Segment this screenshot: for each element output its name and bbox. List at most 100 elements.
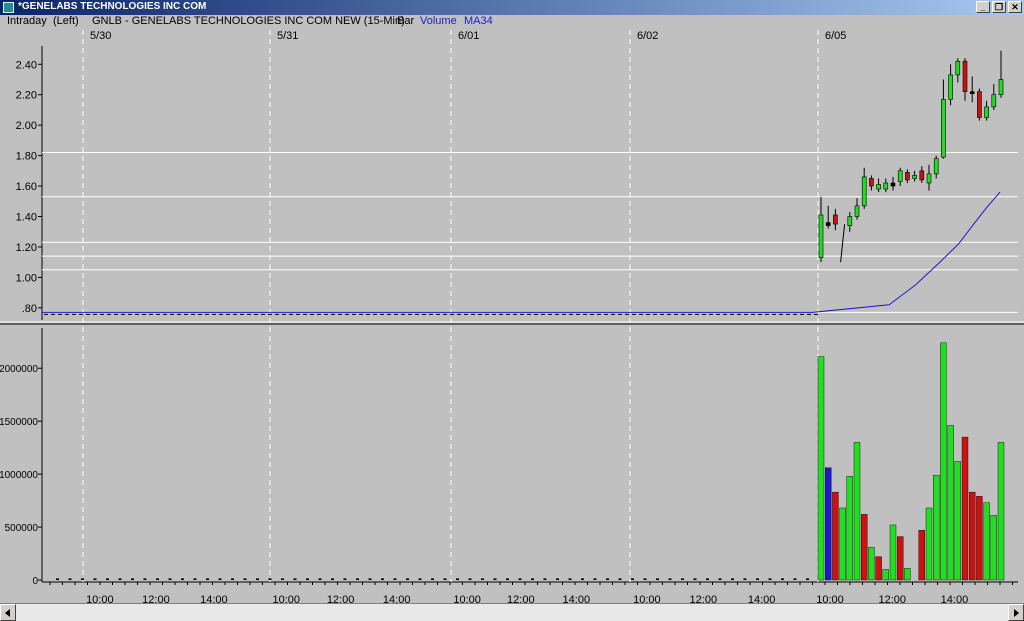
volume-bar — [531, 578, 534, 580]
volume-bar — [143, 578, 147, 580]
time-tick-label: 14:00 — [748, 594, 776, 603]
volume-bar — [281, 578, 284, 580]
volume-bar — [556, 578, 559, 580]
volume-tick-label: 1500000 — [0, 417, 38, 428]
time-tick-label: 12:00 — [327, 594, 355, 603]
plot-background — [0, 28, 1024, 603]
candle-body — [941, 98, 946, 158]
candle-body — [998, 79, 1004, 96]
price-tick-label: .80 — [22, 303, 37, 315]
volume-bar — [81, 578, 84, 580]
time-tick-label: 12:00 — [142, 594, 170, 603]
volume-bar — [256, 578, 259, 580]
volume-bar — [393, 578, 397, 580]
volume-bar — [518, 578, 522, 580]
volume-bar — [106, 578, 109, 580]
volume-bar — [643, 578, 647, 580]
price-tick-label: 1.80 — [16, 151, 37, 163]
volume-bar — [743, 578, 747, 580]
volume-bar — [506, 578, 509, 580]
candle-body — [933, 158, 939, 175]
candle-body — [962, 60, 968, 92]
price-tick-label: 1.40 — [16, 211, 37, 223]
volume-bar — [817, 356, 825, 581]
candle-body — [969, 91, 975, 94]
volume-bar — [356, 578, 359, 580]
scroll-left-button[interactable] — [0, 604, 16, 621]
volume-bar — [693, 578, 697, 580]
volume-bar — [889, 524, 897, 581]
volume-bar — [456, 578, 459, 580]
volume-bar — [756, 578, 759, 580]
time-tick-label: 10:00 — [273, 594, 301, 603]
volume-bar — [318, 578, 322, 580]
volume-bar — [543, 578, 547, 580]
volume-bar — [243, 578, 247, 580]
volume-bar — [832, 491, 839, 581]
candle-body — [948, 74, 953, 100]
time-tick-label: 10:00 — [816, 594, 844, 603]
scroll-right-button[interactable] — [1008, 604, 1024, 621]
price-tick-label: 2.40 — [16, 59, 37, 71]
arrow-left-icon — [5, 609, 10, 617]
volume-bar — [961, 436, 969, 581]
volume-bar — [406, 578, 409, 580]
time-tick-label: 10:00 — [86, 594, 114, 603]
volume-bar — [793, 578, 797, 580]
volume-bar — [168, 578, 172, 580]
time-tick-label: 14:00 — [383, 594, 411, 603]
volume-bar — [581, 578, 584, 580]
date-label: 5/31 — [277, 30, 298, 42]
horizontal-scrollbar[interactable] — [0, 603, 1024, 621]
volume-tick-label: 500000 — [5, 523, 39, 534]
candle-body — [897, 170, 903, 182]
volume-bar — [904, 568, 911, 581]
time-tick-label: 14:00 — [200, 594, 228, 603]
time-tick-label: 10:00 — [633, 594, 661, 603]
volume-bar — [193, 578, 197, 580]
volume-bar — [493, 578, 497, 580]
candle-body — [926, 173, 932, 184]
time-tick-label: 12:00 — [878, 594, 906, 603]
volume-bar — [68, 578, 72, 580]
volume-bar — [93, 578, 97, 580]
price-tick-label: 2.20 — [16, 90, 37, 102]
volume-bar — [368, 578, 372, 580]
candle-body — [869, 178, 874, 187]
volume-bar — [218, 578, 222, 580]
candle-body — [991, 94, 997, 108]
volume-bar — [839, 507, 846, 581]
volume-bar — [875, 556, 882, 581]
volume-bar — [861, 514, 868, 581]
volume-bar — [118, 578, 122, 580]
volume-bar — [781, 578, 784, 580]
volume-bar — [731, 578, 734, 580]
volume-bar — [954, 461, 961, 581]
volume-bar — [593, 578, 597, 580]
arrow-right-icon — [1014, 609, 1019, 617]
chart-area[interactable]: 5/30 5/31 6/01 6/02 6/05 .80 1.00 1.20 1.40 1.60… — [0, 0, 1024, 603]
volume-bar — [768, 578, 772, 580]
time-tick-label: 14:00 — [941, 594, 969, 603]
candle-body — [919, 170, 925, 181]
volume-bar — [156, 578, 159, 580]
volume-bar — [706, 578, 709, 580]
price-tick-label: 1.60 — [16, 181, 37, 193]
price-tick-label: 1.00 — [16, 272, 37, 284]
time-tick-label: 10:00 — [453, 594, 481, 603]
volume-bar — [882, 569, 889, 581]
candle-body — [905, 172, 910, 181]
date-label: 6/05 — [825, 30, 846, 42]
volume-bar — [293, 578, 297, 580]
volume-bar — [481, 578, 484, 580]
candle-body — [890, 182, 896, 187]
date-label: 6/01 — [458, 30, 479, 42]
volume-bar — [431, 578, 434, 580]
volume-bar — [606, 578, 609, 580]
volume-tick-label: 1000000 — [0, 470, 38, 481]
volume-bar — [631, 578, 634, 580]
volume-bar — [681, 578, 684, 580]
volume-bar — [718, 578, 722, 580]
candle-body — [847, 216, 853, 226]
date-label: 6/02 — [637, 30, 658, 42]
